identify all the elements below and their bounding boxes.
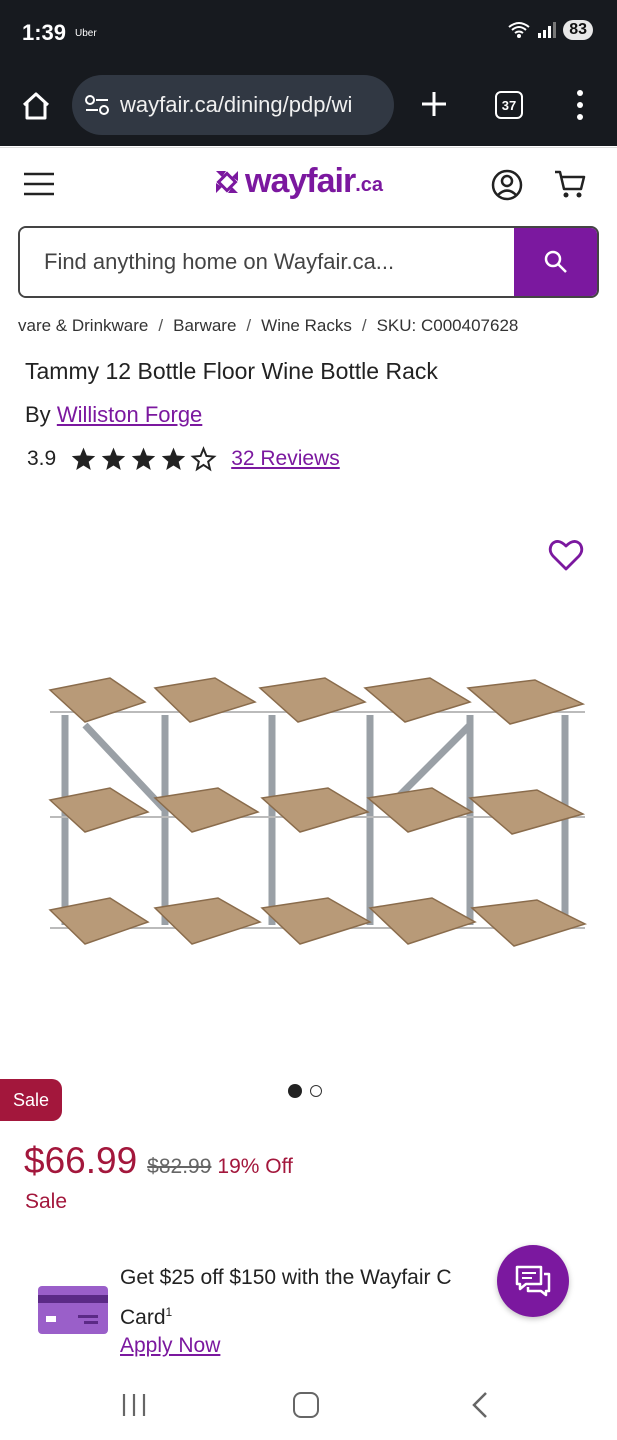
gallery-pagination — [288, 1084, 322, 1098]
promo-line-2: Card1 — [120, 1295, 510, 1335]
breadcrumb-separator: / — [246, 316, 252, 335]
breadcrumb-separator: / — [158, 316, 164, 335]
logo-pinwheel-icon — [216, 170, 238, 193]
sale-price: $66.99 — [24, 1140, 138, 1181]
chat-icon — [515, 1265, 551, 1297]
rating-value: 3.9 — [27, 447, 57, 470]
by-label: By — [25, 402, 51, 427]
breadcrumb-sku: SKU: C000407628 — [376, 316, 519, 335]
search-input[interactable] — [20, 228, 517, 296]
more-icon[interactable] — [568, 88, 592, 122]
price-row: $66.99 $82.99 19% Off — [24, 1140, 293, 1182]
promo-text: Get $25 off $150 with the Wayfair C Card… — [120, 1260, 510, 1335]
cart-icon[interactable] — [553, 168, 587, 200]
account-icon[interactable] — [490, 168, 524, 202]
status-time: 1:39 — [22, 20, 67, 45]
promo-line-1: Get $25 off $150 with the Wayfair C — [120, 1266, 452, 1289]
menu-icon[interactable] — [22, 169, 56, 199]
star-icon — [162, 447, 186, 471]
system-nav-bar — [0, 1372, 617, 1440]
nav-home-icon[interactable] — [293, 1392, 319, 1418]
credit-card-promo: Get $25 off $150 with the Wayfair C Card… — [36, 1260, 576, 1370]
url-text: wayfair.ca/dining/pdp/wi — [120, 92, 353, 117]
brand-link[interactable]: Williston Forge — [57, 402, 202, 427]
status-icons: 83 — [507, 20, 593, 40]
rating-row: 3.9 32 Reviews — [27, 446, 340, 472]
sale-badge: Sale — [0, 1079, 62, 1121]
battery-indicator: 83 — [563, 20, 593, 40]
credit-card-icon — [38, 1286, 108, 1334]
breadcrumb-item[interactable]: Wine Racks — [261, 316, 352, 335]
status-app-label: Uber — [75, 28, 97, 39]
logo-word: wayfair — [245, 162, 356, 200]
site-settings-icon[interactable] — [84, 94, 110, 116]
back-icon[interactable] — [470, 1391, 490, 1419]
promo-footnote: 1 — [165, 1305, 173, 1319]
search-button[interactable] — [514, 228, 597, 296]
apply-now-link[interactable]: Apply Now — [120, 1334, 220, 1358]
plus-icon[interactable] — [418, 88, 450, 120]
wayfair-logo[interactable]: wayfair .ca — [212, 162, 383, 201]
site-header: wayfair .ca — [0, 147, 617, 222]
discount-label: 19% Off — [217, 1155, 293, 1178]
breadcrumb: vare & Drinkware / Barware / Wine Racks / SKU:… — [18, 316, 617, 336]
signal-icon — [538, 22, 557, 38]
breadcrumb-item[interactable]: vare & Drinkware — [18, 316, 148, 335]
gallery-dot[interactable] — [310, 1085, 322, 1097]
chat-button[interactable] — [497, 1245, 569, 1317]
tabs-icon[interactable]: 37 — [495, 91, 523, 119]
address-bar[interactable]: wayfair.ca/dining/pdp/wi — [72, 75, 394, 135]
star-icon — [132, 447, 156, 471]
product-title: Tammy 12 Bottle Floor Wine Bottle Rack — [25, 358, 438, 384]
promo-card-label: Card — [120, 1306, 166, 1329]
star-rating — [70, 446, 217, 472]
wifi-icon — [508, 22, 530, 38]
star-icon — [102, 447, 126, 471]
rack-wood-pieces — [48, 677, 588, 947]
product-byline: By Williston Forge — [25, 402, 202, 428]
browser-toolbar: wayfair.ca/dining/pdp/wi 37 — [0, 64, 617, 146]
heart-icon[interactable] — [548, 538, 584, 572]
product-image[interactable] — [40, 660, 590, 970]
sale-label: Sale — [25, 1190, 68, 1213]
home-icon[interactable] — [16, 86, 56, 126]
star-icon — [72, 447, 96, 471]
star-outline-icon — [190, 446, 217, 472]
recents-icon[interactable] — [121, 1393, 147, 1417]
search-bar — [18, 226, 599, 298]
reviews-link[interactable]: 32 Reviews — [231, 447, 340, 471]
search-icon — [544, 250, 567, 273]
original-price: $82.99 — [147, 1155, 212, 1178]
breadcrumb-separator: / — [361, 316, 367, 335]
logo-suffix: .ca — [355, 174, 383, 196]
breadcrumb-item[interactable]: Barware — [173, 316, 236, 335]
status-bar: 1:39 Uber 83 — [0, 0, 617, 64]
gallery-dot-active[interactable] — [288, 1084, 302, 1098]
